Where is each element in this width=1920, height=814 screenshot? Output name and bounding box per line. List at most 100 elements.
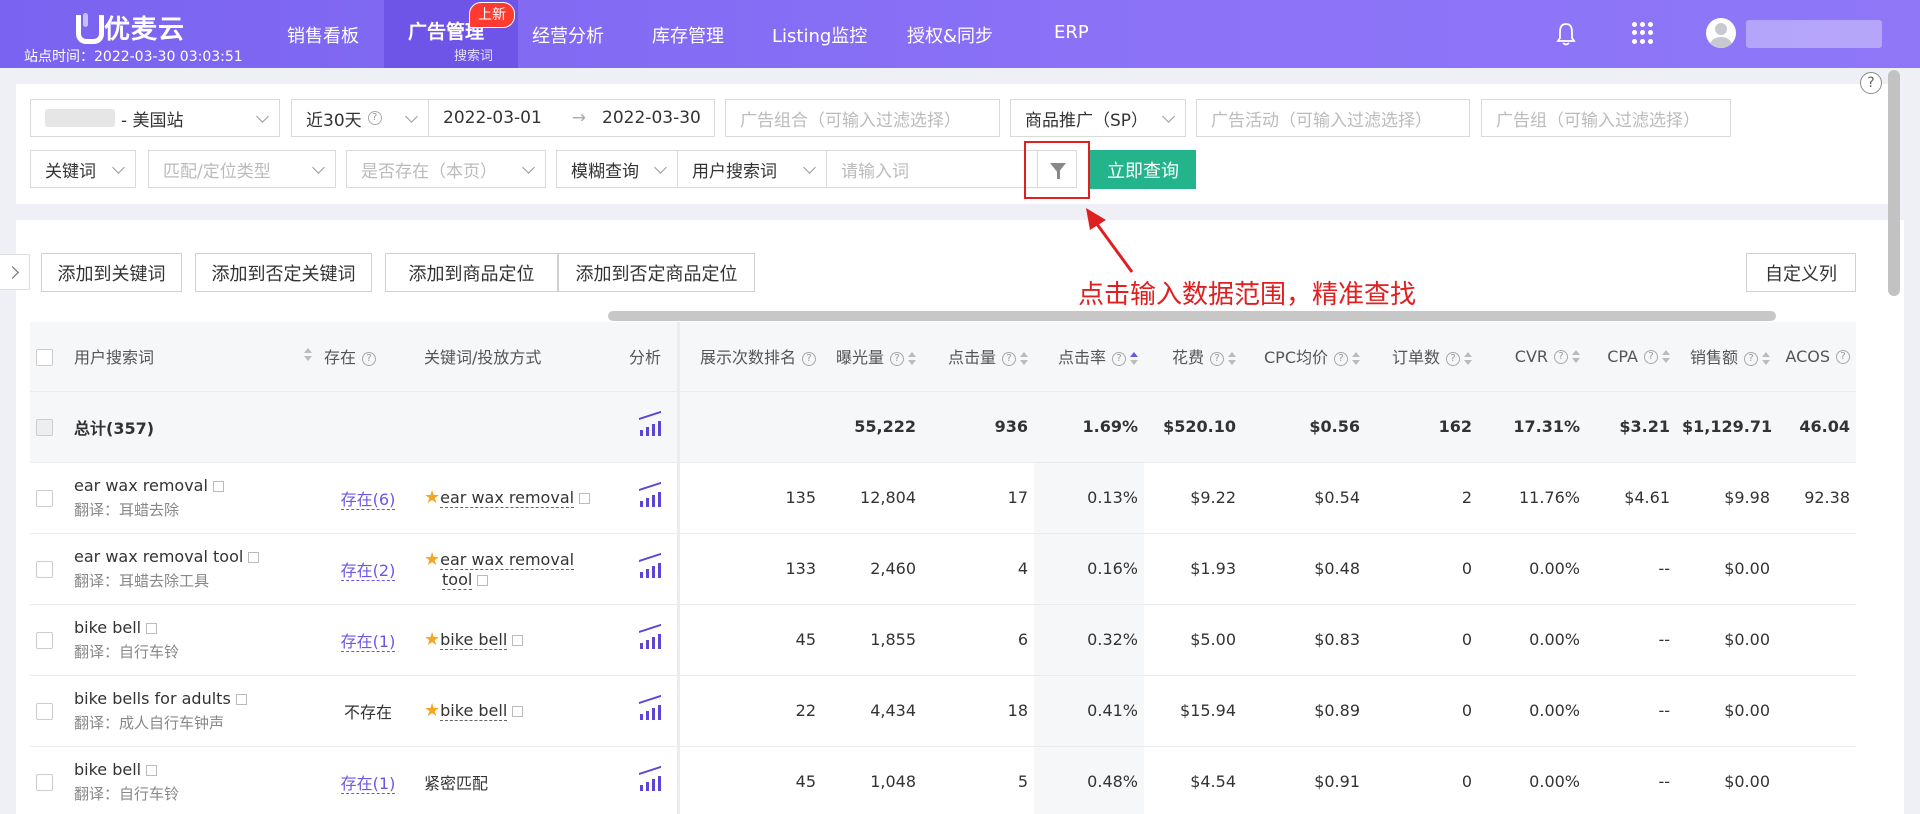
- row-checkbox[interactable]: [36, 703, 53, 720]
- adgroup-input[interactable]: 广告组（可输入过滤选择）: [1481, 99, 1731, 137]
- sort-asc-icon[interactable]: [1130, 351, 1138, 366]
- keyword-text[interactable]: ear wax removal: [440, 488, 575, 508]
- search-term-input[interactable]: 请输入词: [826, 150, 1038, 188]
- add-to-keywords-button[interactable]: 添加到关键词: [41, 253, 182, 292]
- trend-chart-icon[interactable]: [638, 553, 661, 579]
- keyword-text[interactable]: ear wax removal: [440, 549, 575, 570]
- exists-select[interactable]: 是否存在（本页）: [346, 150, 546, 188]
- nav-listing-monitor[interactable]: Listing监控: [772, 22, 867, 48]
- external-link-icon[interactable]: [146, 764, 158, 776]
- col-header-acos[interactable]: ACOS?: [1776, 322, 1856, 392]
- external-link-icon[interactable]: [512, 635, 524, 646]
- col-header-cpc[interactable]: CPC均价?: [1242, 322, 1366, 392]
- sort-icon[interactable]: [1662, 350, 1670, 364]
- col-header-sales[interactable]: 销售额?: [1676, 322, 1776, 392]
- trend-chart-icon[interactable]: [638, 766, 661, 792]
- sort-icon[interactable]: [1228, 351, 1236, 366]
- fuzzy-select[interactable]: 模糊查询: [556, 150, 678, 188]
- table-row[interactable]: bike bell 翻译：自行车铃 存在(1) 紧密匹配 45 1,048 5 0.48% $4…: [30, 746, 1856, 814]
- col-header-impressions[interactable]: 曝光量?: [822, 322, 922, 392]
- search-term[interactable]: bike bell: [74, 618, 141, 637]
- match-type-select[interactable]: 匹配/定位类型: [148, 150, 336, 188]
- date-picker[interactable]: 2022-03-01 → 2022-03-30: [428, 99, 715, 137]
- keyword-type-select[interactable]: 关键词: [30, 150, 136, 188]
- row-checkbox[interactable]: [36, 490, 53, 507]
- col-header-ctr[interactable]: 点击率?: [1034, 322, 1144, 392]
- campaign-input[interactable]: 广告活动（可输入过滤选择）: [1196, 99, 1470, 137]
- avatar[interactable]: [1706, 18, 1736, 48]
- keyword-text-cont[interactable]: tool: [442, 569, 473, 590]
- exists-status[interactable]: 存在(1): [340, 631, 396, 652]
- add-to-negative-product-targeting-button[interactable]: 添加到否定商品定位: [558, 253, 755, 292]
- col-header-cvr[interactable]: CVR?: [1478, 322, 1586, 392]
- external-link-icon[interactable]: [235, 693, 247, 705]
- nav-inventory[interactable]: 库存管理: [652, 22, 724, 48]
- search-term[interactable]: ear wax removal: [74, 476, 208, 495]
- logo[interactable]: 优麦云: [74, 9, 185, 46]
- sort-icon[interactable]: [1020, 351, 1028, 366]
- exists-status[interactable]: 存在(2): [340, 560, 396, 581]
- expand-sidebar-icon[interactable]: [0, 254, 30, 290]
- vertical-scrollbar[interactable]: [1888, 70, 1900, 296]
- keyword-text[interactable]: bike bell: [440, 701, 508, 721]
- add-to-product-targeting-button[interactable]: 添加到商品定位: [385, 253, 558, 292]
- search-term[interactable]: bike bell: [74, 760, 141, 779]
- col-header-rank[interactable]: 展示次数排名?: [678, 322, 822, 392]
- date-range-select[interactable]: 近30天 ?: [291, 99, 429, 137]
- add-to-negative-keywords-button[interactable]: 添加到否定关键词: [195, 253, 372, 292]
- row-checkbox[interactable]: [36, 632, 53, 649]
- sort-icon[interactable]: [1352, 351, 1360, 366]
- trend-chart-icon[interactable]: [638, 411, 661, 437]
- exists-status[interactable]: 存在(1): [340, 773, 396, 794]
- external-link-icon[interactable]: [248, 551, 260, 563]
- col-header-orders[interactable]: 订单数?: [1366, 322, 1478, 392]
- trend-chart-icon[interactable]: [638, 695, 661, 721]
- nav-auth-sync[interactable]: 授权&同步: [907, 22, 993, 48]
- horizontal-scrollbar[interactable]: [608, 311, 1776, 321]
- custom-columns-button[interactable]: 自定义列: [1746, 253, 1856, 292]
- col-header-cpa[interactable]: CPA?: [1586, 322, 1676, 392]
- nav-erp[interactable]: ERP: [1054, 22, 1089, 43]
- help-icon[interactable]: ?: [362, 351, 377, 366]
- col-header-clicks[interactable]: 点击量?: [922, 322, 1034, 392]
- sort-icon[interactable]: [908, 351, 916, 366]
- sort-icon[interactable]: [1464, 351, 1472, 366]
- table-row[interactable]: bike bell 翻译：自行车铃 存在(1) ★bike bell 45 1,855 6 0…: [30, 604, 1856, 676]
- apps-grid-icon[interactable]: [1632, 22, 1654, 44]
- exists-status[interactable]: 存在(6): [340, 489, 396, 510]
- field-select[interactable]: 用户搜索词: [677, 150, 827, 188]
- keyword-text[interactable]: bike bell: [440, 630, 508, 650]
- bell-icon[interactable]: [1556, 22, 1576, 46]
- portfolio-input[interactable]: 广告组合（可输入过滤选择）: [725, 99, 1000, 137]
- query-button[interactable]: 立即查询: [1090, 150, 1196, 189]
- search-term[interactable]: bike bells for adults: [74, 689, 231, 708]
- external-link-icon[interactable]: [477, 574, 489, 586]
- sort-icon[interactable]: [304, 348, 312, 362]
- trend-chart-icon[interactable]: [638, 482, 661, 508]
- nav-business-analysis[interactable]: 经营分析: [532, 22, 604, 48]
- table-row[interactable]: ear wax removal tool 翻译：耳蜡去除工具 存在(2) ★ear w…: [30, 533, 1856, 605]
- nav-sales-board[interactable]: 销售看板: [287, 22, 359, 48]
- help-icon[interactable]: ?: [1860, 72, 1882, 94]
- user-name-redacted[interactable]: [1746, 20, 1882, 48]
- search-term[interactable]: ear wax removal tool: [74, 547, 243, 566]
- ad-type-select[interactable]: 商品推广（SP）: [1010, 99, 1186, 137]
- select-all-checkbox[interactable]: [36, 348, 53, 366]
- table-row[interactable]: ear wax removal 翻译：耳蜡去除 存在(6) ★ear wax remo…: [30, 462, 1856, 534]
- col-header-search-term[interactable]: 用户搜索词: [68, 322, 318, 392]
- external-link-icon[interactable]: [146, 622, 158, 634]
- sort-icon[interactable]: [1572, 350, 1580, 364]
- trend-chart-icon[interactable]: [638, 624, 661, 650]
- external-link-icon[interactable]: [579, 493, 591, 504]
- row-checkbox[interactable]: [36, 561, 53, 578]
- table-body: ear wax removal 翻译：耳蜡去除 存在(6) ★ear wax remo…: [30, 462, 1856, 814]
- row-checkbox[interactable]: [36, 774, 53, 791]
- sort-icon[interactable]: [1762, 351, 1770, 366]
- col-header-spend[interactable]: 花费?: [1144, 322, 1242, 392]
- external-link-icon[interactable]: [512, 706, 524, 717]
- table-row[interactable]: bike bells for adults 翻译：成人自行车钟声 不存在 ★bike …: [30, 675, 1856, 747]
- store-select[interactable]: - 美国站: [30, 99, 280, 137]
- external-link-icon[interactable]: [212, 480, 224, 492]
- total-empty: [318, 391, 418, 463]
- col-label: ACOS: [1785, 346, 1830, 366]
